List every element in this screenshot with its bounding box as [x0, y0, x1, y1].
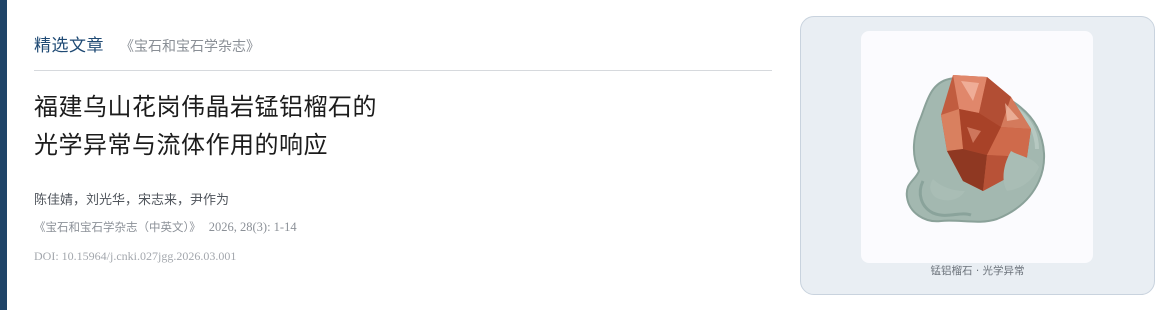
article-title[interactable]: 福建乌山花岗伟晶岩锰铝榴石的 光学异常与流体作用的响应: [34, 88, 377, 164]
figure-image[interactable]: [861, 31, 1093, 263]
article-title-line-1[interactable]: 福建乌山花岗伟晶岩锰铝榴石的: [34, 88, 377, 126]
article-card: 精选文章 《宝石和宝石学杂志》 福建乌山花岗伟晶岩锰铝榴石的 光学异常与流体作用…: [0, 0, 1170, 310]
left-accent-bar: [0, 0, 7, 310]
article-authors: 陈佳婧，刘光华，宋志来，尹作为: [34, 193, 230, 208]
article-title-line-2[interactable]: 光学异常与流体作用的响应: [34, 126, 377, 164]
header-divider: [34, 70, 772, 71]
citation-detail: 2026, 28(3): 1-14: [208, 220, 297, 234]
garnet-crystal-icon: [905, 75, 1045, 223]
figure-card[interactable]: 锰铝榴石 · 光学异常: [800, 16, 1155, 295]
header-row: 精选文章 《宝石和宝石学杂志》: [34, 31, 260, 56]
article-doi[interactable]: DOI: 10.15964/j.cnki.027jgg.2026.03.001: [34, 249, 236, 264]
citation-journal: 《宝石和宝石学杂志（中英文）》: [34, 220, 201, 234]
figure-caption: 锰铝榴石 · 光学异常: [930, 265, 1025, 277]
article-citation: 《宝石和宝石学杂志（中英文）》 2026, 28(3): 1-14: [34, 219, 297, 235]
section-label: 精选文章: [34, 36, 104, 56]
journal-label: 《宝石和宝石学杂志》: [120, 39, 260, 55]
